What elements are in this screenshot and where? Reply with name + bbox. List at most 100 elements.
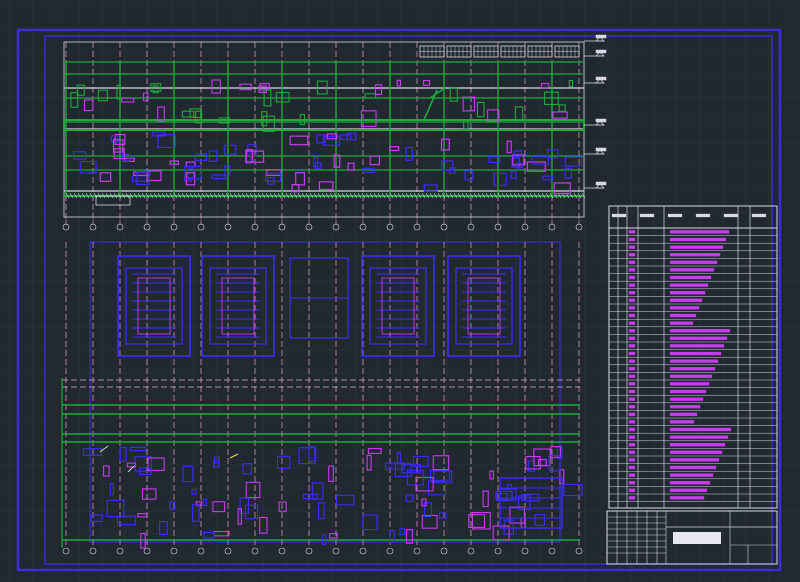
section-upper-part [541, 83, 550, 89]
spec-row-text [669, 397, 704, 401]
section-upper-part [568, 80, 574, 88]
axis-bubble [62, 547, 70, 555]
section-equipment-part [151, 131, 166, 137]
axis-bubble [359, 547, 367, 555]
plan-view-boundary [89, 241, 561, 543]
spec-row-qty [628, 496, 636, 500]
section-equipment-part [339, 134, 352, 141]
brace [423, 89, 438, 121]
spec-row-qty [628, 313, 636, 318]
plan-equipment-part [303, 493, 319, 500]
plan-equipment-part [129, 446, 147, 452]
section-upper-part [261, 111, 268, 127]
section-equipment-part [464, 170, 474, 181]
section-upper-part [552, 111, 568, 119]
spec-row-qty [628, 420, 636, 424]
plan-equipment-blocks [117, 255, 521, 357]
plan-equipment-part [106, 499, 125, 518]
section-equipment-part [493, 172, 507, 187]
spec-row-text [669, 496, 705, 500]
section-equipment-part [295, 172, 306, 186]
plan-equipment-part [396, 452, 402, 465]
plan-equipment-part [140, 532, 146, 549]
spec-row-qty [628, 465, 636, 470]
section-upper-part [211, 79, 221, 94]
plan-equipment-part [134, 456, 153, 472]
section-view[interactable] [62, 34, 607, 231]
plan-equipment-part [276, 455, 291, 469]
spec-row-qty [628, 268, 636, 272]
section-equipment-part [347, 162, 355, 171]
plan-equipment-part [328, 465, 334, 482]
axis-bubble [116, 547, 124, 555]
elevation-label-box [595, 181, 607, 186]
spec-header-text [639, 213, 655, 218]
plan-equipment-part [366, 454, 372, 471]
section-equipment-part [510, 171, 517, 179]
plan-axis-lines [65, 242, 580, 548]
plan-equipment-part [432, 455, 450, 471]
spec-row-text [669, 359, 719, 363]
section-equipment-part [79, 160, 97, 174]
axis-bubble [548, 547, 556, 555]
plan-equipment-part [191, 503, 200, 522]
plan-equipment-part [202, 498, 208, 506]
plan-view[interactable] [61, 241, 583, 555]
plan-equipment-part [83, 448, 103, 456]
cad-drawing-canvas[interactable] [0, 0, 800, 582]
spec-row-text [669, 268, 715, 272]
spec-row-qty [628, 412, 636, 416]
section-upper-part [423, 79, 431, 86]
spec-row-qty [628, 253, 636, 257]
plan-equipment-part [405, 494, 414, 502]
spec-row-text [669, 237, 727, 242]
spec-row-qty [628, 374, 636, 378]
plan-equipment-part [213, 530, 230, 537]
section-upper-part [181, 110, 195, 118]
spec-row-text [669, 313, 697, 318]
plan-equipment-part [362, 514, 378, 531]
section-equipment-part [542, 175, 554, 181]
section-equipment-part [388, 146, 400, 152]
plan-equipment-part [137, 513, 147, 518]
specification-table[interactable] [608, 205, 778, 509]
plan-equipment-part [421, 514, 438, 529]
section-upper-part [239, 83, 252, 91]
spec-row-text [669, 260, 718, 264]
spec-header-text [751, 213, 767, 218]
spec-row-text [669, 245, 724, 249]
spec-table-rows [609, 213, 777, 502]
section-equipment-part [211, 174, 227, 180]
spec-row-text [669, 481, 711, 485]
plan-equipment-part [245, 481, 261, 499]
spec-row-qty [628, 283, 636, 287]
elevation-label-box [595, 34, 607, 39]
spec-row-text [669, 321, 694, 325]
plan-equipment-part [212, 501, 226, 513]
equipment-housing [455, 267, 513, 345]
plan-equipment-part [308, 446, 316, 462]
section-upper-part [396, 79, 401, 87]
equipment-core [221, 277, 255, 335]
spec-row-qty [628, 481, 636, 485]
title-stamp [673, 532, 721, 544]
section-upper-part [463, 119, 469, 130]
spec-row-text [669, 458, 720, 462]
section-equipment-part [131, 175, 150, 182]
spec-row-qty [628, 351, 636, 356]
section-upper-part [259, 83, 270, 91]
spec-header-text [611, 213, 627, 218]
spec-row-qty [628, 389, 636, 394]
spec-header-text [695, 213, 711, 218]
spec-row-qty [628, 488, 636, 492]
axis-bubble [386, 547, 394, 555]
plan-equipment-part [336, 494, 355, 506]
section-equipment-part [157, 134, 176, 149]
title-block[interactable] [606, 510, 778, 565]
equipment-core [467, 277, 501, 335]
spec-row-text [669, 465, 717, 470]
spec-row-text [669, 351, 722, 356]
plan-equipment-part [278, 501, 287, 512]
spec-row-text [669, 488, 708, 492]
spec-row-text [669, 382, 710, 386]
